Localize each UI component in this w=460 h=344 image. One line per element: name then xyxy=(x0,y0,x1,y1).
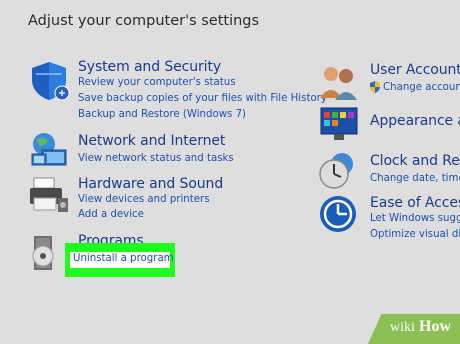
change-date-link[interactable]: Change date, time, c xyxy=(370,173,460,184)
ease-of-access-title[interactable]: Ease of Access xyxy=(370,195,460,211)
add-device-link[interactable]: Add a device xyxy=(78,209,144,220)
change-account-link[interactable]: Change account t xyxy=(383,82,460,93)
clock-icon xyxy=(319,153,353,189)
clock-region-title[interactable]: Clock and Regi xyxy=(370,153,460,169)
uninstall-highlight: Uninstall a program xyxy=(65,243,175,277)
backup-restore-link[interactable]: Backup and Restore (Windows 7) xyxy=(78,109,246,120)
page-heading: Adjust your computer's settings xyxy=(28,13,260,29)
printer-icon xyxy=(30,177,68,212)
let-windows-suggest-link[interactable]: Let Windows sugges xyxy=(370,213,460,224)
watermark-wiki: wiki xyxy=(390,320,415,335)
user-accounts-title[interactable]: User Accounts xyxy=(370,62,460,78)
file-history-link[interactable]: Save backup copies of your files with Fi… xyxy=(78,93,327,104)
uninstall-program-link[interactable]: Uninstall a program xyxy=(70,252,174,268)
appearance-title[interactable]: Appearance and xyxy=(370,113,460,129)
review-status-link[interactable]: Review your computer's status xyxy=(78,77,236,88)
ease-of-access-icon xyxy=(320,196,356,232)
network-status-link[interactable]: View network status and tasks xyxy=(78,153,234,164)
shield-icon xyxy=(32,62,70,101)
devices-printers-link[interactable]: View devices and printers xyxy=(78,194,210,205)
appearance-icon xyxy=(320,107,358,140)
optimize-visual-link[interactable]: Optimize visual displ xyxy=(370,229,460,240)
uac-shield-icon xyxy=(370,81,380,93)
watermark-how: How xyxy=(419,318,451,335)
wikihow-watermark: wiki How xyxy=(368,314,460,344)
network-internet-title[interactable]: Network and Internet xyxy=(78,133,225,149)
uninstall-program-label: Uninstall a program xyxy=(73,253,174,264)
network-icon xyxy=(31,133,67,166)
programs-icon xyxy=(32,236,54,270)
user-accounts-icon xyxy=(320,67,357,100)
hardware-sound-title[interactable]: Hardware and Sound xyxy=(78,176,223,192)
system-security-title[interactable]: System and Security xyxy=(78,59,221,75)
